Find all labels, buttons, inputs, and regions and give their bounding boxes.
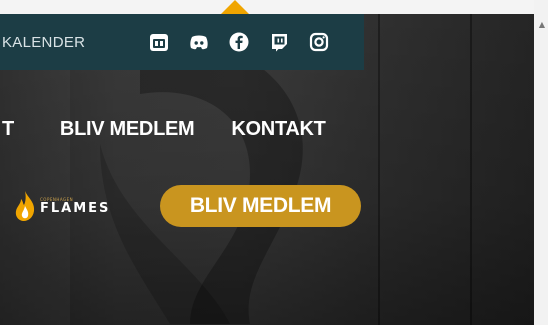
logo-text: COPENHAGEN FLAMES	[40, 197, 110, 216]
browser-frame-top	[0, 0, 548, 14]
background-panel-edge	[378, 14, 380, 325]
join-button[interactable]: BLIV MEDLEM	[160, 185, 361, 227]
twitch-icon[interactable]	[268, 31, 290, 53]
scrollbar-track[interactable]: ▲	[534, 0, 548, 325]
facebook-icon[interactable]	[228, 31, 250, 53]
nav-item-bliv-medlem[interactable]: BLIV MEDLEM	[60, 118, 195, 141]
flame-icon	[15, 191, 35, 221]
nav-item-kontakt[interactable]: KONTAKT	[231, 118, 325, 141]
discord-icon[interactable]	[188, 31, 210, 53]
top-bar: KALENDER	[0, 14, 364, 70]
calendar-icon[interactable]	[148, 31, 170, 53]
scroll-up-icon[interactable]: ▲	[539, 20, 545, 29]
flames-logo[interactable]: COPENHAGEN FLAMES	[14, 190, 110, 222]
main-nav: T BLIV MEDLEM KONTAKT	[0, 118, 326, 141]
hero-section: KALENDER T BLIV MEDLEM KONTAKT COPENHAGE…	[0, 14, 534, 325]
logo-title: FLAMES	[40, 200, 111, 216]
social-icons	[148, 31, 330, 53]
background-panel-edge	[470, 14, 472, 325]
instagram-icon[interactable]	[308, 31, 330, 53]
nav-item-partial[interactable]: T	[2, 118, 14, 141]
calendar-link[interactable]: KALENDER	[2, 34, 140, 51]
